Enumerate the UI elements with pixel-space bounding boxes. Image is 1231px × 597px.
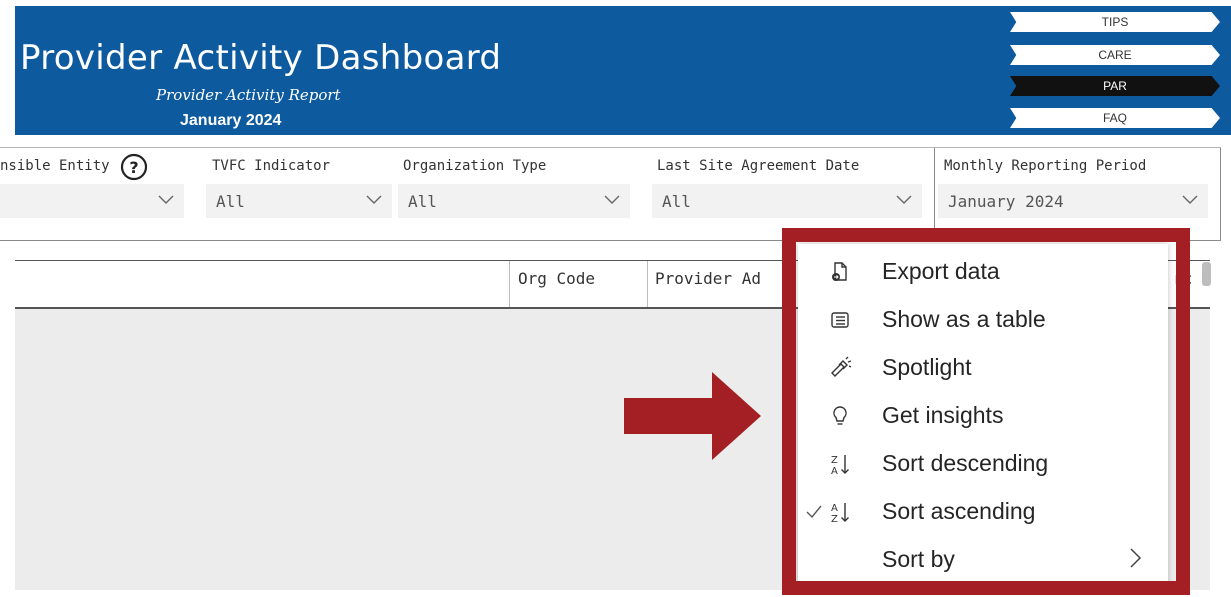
chevron-down-icon — [366, 195, 382, 204]
column-header-provider-address[interactable]: Provider Ad — [655, 269, 761, 288]
chevron-down-icon — [896, 195, 912, 204]
nav-button-label: FAQ — [1102, 111, 1127, 125]
slicer-label-monthly-reporting-period: Monthly Reporting Period — [944, 158, 1147, 174]
nav-button-par[interactable]: PAR — [1010, 76, 1220, 96]
chevron-down-icon — [604, 195, 620, 204]
vertical-scrollbar[interactable] — [1202, 262, 1211, 286]
nav-button-care[interactable]: CARE — [1010, 45, 1220, 65]
chevron-down-icon — [158, 195, 174, 204]
nav-button-label: CARE — [1098, 48, 1132, 62]
dropdown-monthly-reporting-period[interactable]: January 2024 — [938, 184, 1208, 218]
nav-button-label: TIPS — [1101, 15, 1129, 29]
svg-text:?: ? — [129, 158, 138, 177]
slicer-label-tvfc-indicator: TVFC Indicator — [212, 158, 331, 174]
chevron-down-icon — [1182, 195, 1198, 204]
dropdown-last-site-agreement-date[interactable]: All — [652, 184, 922, 218]
slicer-label-organization-type: Organization Type — [403, 158, 547, 174]
nav-button-faq[interactable]: FAQ — [1010, 108, 1220, 128]
filter-bar: nsible Entity ? TVFC Indicator All Organ… — [0, 147, 1221, 241]
header: Provider Activity Dashboard Provider Act… — [0, 0, 1231, 135]
dropdown-responsible-entity[interactable] — [0, 184, 184, 218]
dropdown-value: All — [408, 192, 437, 211]
column-separator — [647, 261, 648, 307]
highlight-box — [782, 228, 1190, 595]
dropdown-tvfc-indicator[interactable]: All — [206, 184, 392, 218]
column-separator — [509, 261, 510, 307]
slicer-label-last-site-agreement-date: Last Site Agreement Date — [657, 158, 860, 174]
report-subtitle: Provider Activity Report — [156, 86, 341, 104]
page-title: Provider Activity Dashboard — [20, 38, 502, 78]
nav-button-label: PAR — [1103, 79, 1127, 93]
help-icon[interactable]: ? — [120, 153, 148, 181]
nav-button-tips[interactable]: TIPS — [1010, 12, 1220, 32]
report-period: January 2024 — [180, 112, 282, 129]
dropdown-value: January 2024 — [948, 192, 1064, 211]
dropdown-value: All — [662, 192, 691, 211]
column-header-org-code[interactable]: Org Code — [518, 269, 595, 288]
highlight-arrow-icon — [624, 372, 761, 460]
dropdown-organization-type[interactable]: All — [398, 184, 630, 218]
slicer-label-responsible-entity: nsible Entity — [0, 158, 110, 174]
dropdown-value: All — [216, 192, 245, 211]
